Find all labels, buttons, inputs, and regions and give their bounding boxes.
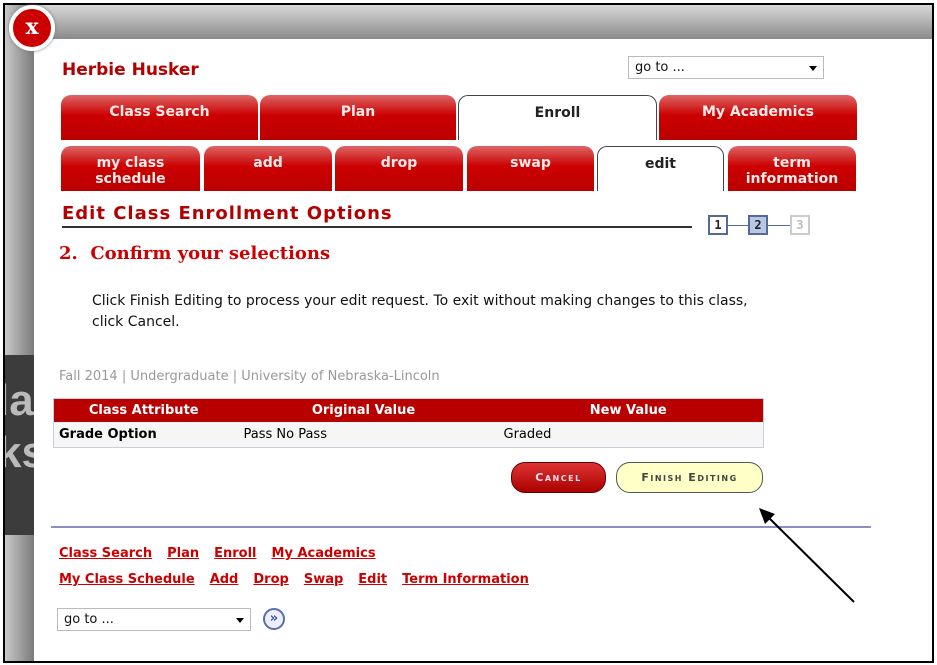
subtab-drop[interactable]: drop bbox=[335, 146, 463, 191]
footer-link-enroll[interactable]: Enroll bbox=[214, 546, 256, 561]
arrow-line bbox=[764, 513, 855, 603]
background-text: la bbox=[5, 376, 34, 425]
footer-links-secondary: My Class Schedule Add Drop Swap Edit Term Inf… bbox=[59, 572, 544, 587]
modal-top-bar bbox=[5, 5, 932, 39]
tab-class-search[interactable]: Class Search bbox=[61, 95, 258, 140]
footer-link-swap[interactable]: Swap bbox=[304, 572, 343, 587]
footer-link-term-information[interactable]: Term Information bbox=[402, 572, 529, 587]
footer-goto-select[interactable]: go to ... bbox=[57, 608, 251, 631]
user-name: Herbie Husker bbox=[62, 60, 199, 80]
table-row: Grade Option Pass No Pass Graded bbox=[53, 421, 764, 448]
double-chevron-right-icon[interactable]: » bbox=[263, 608, 285, 630]
tab-plan[interactable]: Plan bbox=[260, 95, 456, 140]
page-title: Edit Class Enrollment Options bbox=[62, 203, 393, 224]
goto-select-value: go to ... bbox=[635, 60, 685, 75]
subtab-swap[interactable]: swap bbox=[467, 146, 594, 191]
footer-link-my-academics[interactable]: My Academics bbox=[272, 546, 376, 561]
cell-new-value: Graded bbox=[493, 421, 764, 448]
chevron-down-icon bbox=[809, 66, 817, 75]
changes-table: Class Attribute Original Value New Value… bbox=[53, 398, 764, 448]
step-connector bbox=[768, 225, 790, 226]
footer-link-add[interactable]: Add bbox=[210, 572, 239, 587]
subtab-term-information[interactable]: term information bbox=[728, 146, 856, 191]
background-page-edge bbox=[5, 5, 34, 661]
subtab-my-class-schedule[interactable]: my class schedule bbox=[61, 146, 200, 191]
step-heading: 2. Confirm your selections bbox=[59, 243, 331, 264]
column-header: New Value bbox=[493, 398, 764, 422]
step-2-current: 2 bbox=[748, 215, 768, 235]
step-1: 1 bbox=[708, 215, 728, 235]
background-text: ks bbox=[5, 427, 34, 479]
annotation-arrow bbox=[759, 508, 855, 603]
tab-my-academics[interactable]: My Academics bbox=[659, 95, 857, 140]
term-info: Fall 2014 | Undergraduate | University o… bbox=[59, 369, 440, 384]
tab-enroll[interactable]: Enroll bbox=[458, 95, 657, 140]
footer-links-primary: Class Search Plan Enroll My Academics bbox=[59, 546, 391, 561]
chevron-down-icon bbox=[236, 618, 244, 627]
cell-original-value: Pass No Pass bbox=[233, 421, 494, 448]
footer-link-class-search[interactable]: Class Search bbox=[59, 546, 152, 561]
close-icon[interactable]: X bbox=[9, 5, 55, 51]
cancel-button[interactable]: Cancel bbox=[511, 462, 606, 493]
step-3: 3 bbox=[790, 215, 810, 235]
column-header: Class Attribute bbox=[53, 398, 234, 422]
modal-window: laks Herbie Husker go to ... Class Searc… bbox=[3, 3, 934, 663]
footer-link-drop[interactable]: Drop bbox=[253, 572, 288, 587]
footer-link-plan[interactable]: Plan bbox=[167, 546, 199, 561]
footer-link-edit[interactable]: Edit bbox=[358, 572, 387, 587]
goto-select-value: go to ... bbox=[64, 612, 114, 627]
subtab-edit[interactable]: edit bbox=[597, 146, 724, 191]
background-page-banner: laks bbox=[5, 355, 34, 535]
instructions: Click Finish Editing to process your edi… bbox=[92, 293, 748, 330]
table-header-row: Class Attribute Original Value New Value bbox=[53, 398, 764, 422]
subtab-add[interactable]: add bbox=[204, 146, 332, 191]
step-connector bbox=[728, 225, 748, 226]
finish-editing-button[interactable]: Finish Editing bbox=[616, 462, 763, 493]
title-divider bbox=[62, 226, 692, 228]
column-header: Original Value bbox=[233, 398, 494, 422]
goto-select[interactable]: go to ... bbox=[628, 56, 824, 79]
footer-link-my-class-schedule[interactable]: My Class Schedule bbox=[59, 572, 195, 587]
cell-attribute: Grade Option bbox=[53, 421, 234, 448]
